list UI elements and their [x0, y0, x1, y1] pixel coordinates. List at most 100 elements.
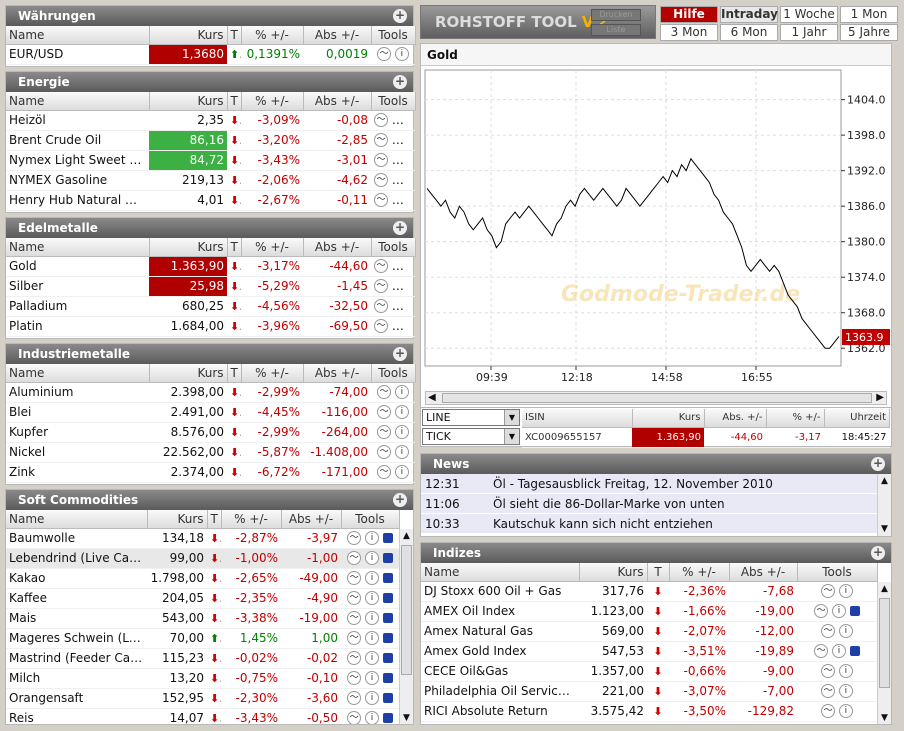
- settings-icon[interactable]: [409, 175, 415, 186]
- info-icon[interactable]: i: [365, 631, 379, 646]
- detail-icon[interactable]: ↗: [409, 299, 415, 313]
- table-row[interactable]: Heizöl 2,35 ⬇ -3,09% -0,08 〜 i: [6, 110, 415, 131]
- column-header-t[interactable]: T: [227, 26, 242, 45]
- table-row[interactable]: Mais 543,00 ⬇ -3,38% -19,00 〜 i: [6, 608, 399, 629]
- row-name[interactable]: Nymex Light Sweet Crud...: [6, 150, 149, 171]
- column-header-kurs[interactable]: Kurs: [579, 563, 648, 582]
- row-name[interactable]: Nickel: [6, 442, 149, 463]
- column-header-abs[interactable]: Abs +/-: [303, 364, 372, 383]
- info-icon[interactable]: i: [832, 644, 846, 659]
- row-name[interactable]: Kaffee: [6, 588, 147, 609]
- scroll-thumb[interactable]: [401, 545, 412, 675]
- column-header-kurs[interactable]: Kurs: [147, 510, 208, 529]
- chevron-down-icon[interactable]: ▼: [504, 410, 519, 425]
- column-header-tools[interactable]: Tools: [797, 563, 878, 582]
- table-row[interactable]: Milch 13,20 ⬇ -0,75% -0,10 〜 i: [6, 668, 399, 689]
- news-headline[interactable]: Kautschuk kann sich nicht entziehen: [493, 514, 713, 534]
- column-header-name[interactable]: Name: [6, 238, 150, 257]
- scroll-down-icon[interactable]: ▼: [878, 711, 891, 724]
- settings-icon[interactable]: [382, 653, 393, 664]
- news-headline[interactable]: Öl sieht die 86-Dollar-Marke von unten: [493, 494, 725, 514]
- chart-icon[interactable]: 〜: [377, 445, 392, 460]
- row-name[interactable]: Reis: [6, 708, 147, 724]
- row-name[interactable]: Blei: [6, 402, 149, 423]
- info-icon[interactable]: i: [391, 153, 406, 168]
- timeframe-button[interactable]: 1 Jahr: [780, 24, 838, 41]
- column-header-name[interactable]: Name: [6, 92, 150, 111]
- news-item[interactable]: 10:33 Kautschuk kann sich nicht entziehen: [421, 514, 877, 534]
- row-name[interactable]: Mais: [6, 608, 147, 629]
- table-row[interactable]: Silber25,98⬇-5,29%-1,45〜 i ↗: [6, 276, 415, 297]
- settings-icon[interactable]: [382, 673, 393, 684]
- line-select[interactable]: LINE ▼: [422, 409, 520, 426]
- column-header-t[interactable]: T: [227, 364, 242, 383]
- settings-icon[interactable]: [382, 533, 393, 544]
- tick-select[interactable]: TICK ▼: [422, 428, 520, 445]
- soft-scrollbar[interactable]: ▲ ▼: [399, 529, 413, 724]
- row-name[interactable]: AMEX Oil Index: [421, 601, 579, 622]
- table-row[interactable]: Orangensaft 152,95 ⬇ -2,30% -3,60 〜 i: [6, 688, 399, 709]
- info-icon[interactable]: i: [394, 425, 409, 440]
- chart-icon[interactable]: 〜: [377, 385, 392, 400]
- column-header-t[interactable]: T: [227, 238, 242, 257]
- table-row[interactable]: Platin1.684,00⬇-3,96%-69,50〜 i ↗: [6, 316, 415, 337]
- table-row[interactable]: Kupfer 8.576,00 ⬇ -2,99% -264,00 〜 i: [6, 422, 415, 443]
- news-scrollbar[interactable]: ▲ ▼: [877, 474, 891, 536]
- info-icon[interactable]: i: [365, 651, 379, 666]
- row-name[interactable]: NYMEX Gasoline: [6, 170, 149, 191]
- news-item[interactable]: 11:06 Öl sieht die 86-Dollar-Marke von un…: [421, 494, 877, 514]
- chart-icon[interactable]: 〜: [821, 684, 836, 699]
- timeframe-button[interactable]: 1 Mon: [840, 6, 898, 23]
- info-icon[interactable]: i: [391, 259, 406, 274]
- row-name[interactable]: Milch: [6, 668, 147, 689]
- chart-icon[interactable]: 〜: [374, 319, 388, 334]
- settings-icon[interactable]: [382, 593, 393, 604]
- settings-icon[interactable]: [382, 573, 393, 584]
- column-header-pct[interactable]: % +/-: [241, 92, 304, 111]
- table-row[interactable]: Blei 2.491,00 ⬇ -4,45% -116,00 〜 i: [6, 402, 415, 423]
- row-name[interactable]: Gold: [6, 256, 149, 277]
- scroll-thumb[interactable]: [442, 393, 872, 403]
- info-icon[interactable]: i: [838, 684, 853, 699]
- expand-icon[interactable]: +: [871, 457, 885, 471]
- news-headline[interactable]: Öl - Tagesausblick Freitag, 12. November…: [493, 474, 773, 494]
- info-icon[interactable]: i: [832, 604, 846, 619]
- chart-icon[interactable]: 〜: [814, 644, 829, 659]
- detail-icon[interactable]: ↗: [409, 259, 415, 273]
- info-icon[interactable]: i: [838, 664, 853, 679]
- column-header-abs[interactable]: Abs +/-: [303, 26, 372, 45]
- print-button[interactable]: Drucken: [591, 9, 641, 21]
- expand-icon[interactable]: +: [393, 347, 407, 361]
- scroll-up-icon[interactable]: ▲: [400, 529, 413, 543]
- row-name[interactable]: Aluminium: [6, 382, 149, 403]
- info-icon[interactable]: i: [365, 571, 379, 586]
- settings-icon[interactable]: [382, 633, 393, 644]
- table-row[interactable]: EUR/USD 1,3680 ⬆ 0,1391% 0,0019 〜 i: [6, 44, 415, 65]
- scroll-left-icon[interactable]: ◀: [428, 392, 436, 403]
- column-header-tools[interactable]: Tools: [371, 238, 416, 257]
- scroll-down-icon[interactable]: ▼: [878, 522, 891, 536]
- column-header-kurs[interactable]: Kurs: [149, 238, 228, 257]
- table-row[interactable]: Kakao 1.798,00 ⬇ -2,65% -49,00 〜 i: [6, 568, 399, 589]
- row-name[interactable]: Lebendrind (Live Cattle): [6, 548, 147, 569]
- chart-icon[interactable]: 〜: [347, 531, 362, 546]
- table-row[interactable]: Nickel 22.562,00 ⬇ -5,87% -1.408,00 〜 i: [6, 442, 415, 463]
- chart-icon[interactable]: 〜: [377, 465, 392, 480]
- table-row[interactable]: DJ Stoxx 600 Oil + Gas 317,76 ⬇ -2,36% -7,68…: [421, 581, 877, 602]
- expand-icon[interactable]: +: [393, 493, 407, 507]
- info-icon[interactable]: i: [391, 299, 406, 314]
- table-row[interactable]: Mageres Schwein (Lean...70,00⬆1,45%1,00〜…: [6, 628, 399, 649]
- chevron-down-icon[interactable]: ▼: [504, 429, 519, 444]
- column-header-name[interactable]: Name: [6, 510, 148, 529]
- scroll-down-icon[interactable]: ▼: [400, 711, 413, 724]
- chart-icon[interactable]: 〜: [374, 193, 388, 208]
- table-row[interactable]: Mastrind (Feeder Cattle) 115,23 ⬇ -0,02% -0,…: [6, 648, 399, 669]
- row-name[interactable]: Palladium: [6, 296, 149, 317]
- scroll-up-icon[interactable]: ▲: [878, 474, 891, 488]
- row-name[interactable]: Baumwolle: [6, 528, 147, 549]
- table-row[interactable]: Baumwolle 134,18 ⬇ -2,87% -3,97 〜 i: [6, 528, 399, 549]
- table-row[interactable]: Kaffee 204,05 ⬇ -2,35% -4,90 〜 i: [6, 588, 399, 609]
- table-row[interactable]: Gold1.363,90⬇-3,17%-44,60〜 i ↗: [6, 256, 415, 277]
- info-icon[interactable]: i: [838, 704, 853, 719]
- column-header-t[interactable]: T: [207, 510, 222, 529]
